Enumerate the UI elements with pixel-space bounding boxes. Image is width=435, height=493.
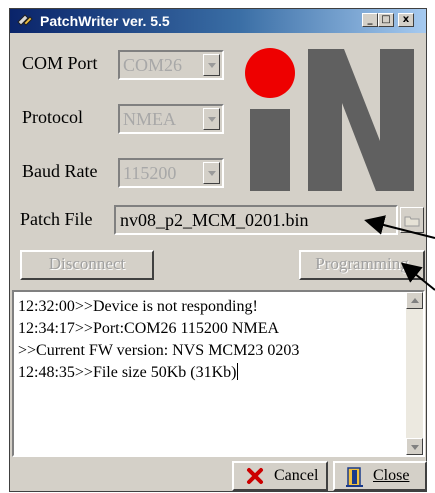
patch-file-field[interactable]: nv08_p2_MCM_0201.bin: [114, 205, 398, 235]
close-label: Close: [373, 467, 410, 484]
protocol-value: NMEA: [123, 109, 176, 129]
patch-file-value: nv08_p2_MCM_0201.bin: [120, 210, 309, 230]
log-line: 12:48:35>>File size 50Kb (31Kb): [18, 362, 401, 384]
patch-file-label: Patch File: [20, 209, 93, 229]
baud-rate-value: 115200: [123, 163, 177, 183]
folder-icon: [401, 216, 423, 236]
com-port-label: COM Port: [22, 53, 98, 73]
cancel-button[interactable]: Cancel: [232, 461, 328, 491]
close-button[interactable]: Close: [333, 461, 427, 491]
logo-red-dot: [245, 48, 295, 98]
com-port-value: COM26: [123, 55, 183, 75]
close-window-button[interactable]: x: [398, 13, 414, 27]
log-line: 12:32:00>>Device is not responding!: [18, 298, 258, 315]
log-line-text: 12:48:35>>File size 50Kb (31Kb): [18, 364, 237, 381]
satellite-icon: [16, 13, 34, 29]
chevron-down-icon[interactable]: [203, 108, 220, 130]
com-port-select[interactable]: COM26: [118, 50, 224, 80]
log-lines: 12:32:00>>Device is not responding! 12:3…: [18, 296, 401, 384]
red-x-icon: [246, 467, 264, 490]
protocol-select[interactable]: NMEA: [118, 104, 224, 134]
patchwriter-window: PatchWriter ver. 5.5 _ □ x COM Port COM2…: [9, 8, 427, 492]
scroll-up-icon[interactable]: [406, 292, 423, 309]
title-bar[interactable]: PatchWriter ver. 5.5 _ □ x: [10, 9, 426, 33]
protocol-label: Protocol: [22, 107, 83, 127]
chevron-down-icon[interactable]: [203, 54, 220, 76]
baud-rate-select[interactable]: 115200: [118, 158, 224, 188]
log-output[interactable]: 12:32:00>>Device is not responding! 12:3…: [12, 290, 425, 457]
cancel-label: Cancel: [274, 467, 319, 484]
log-line: >>Current FW version: NVS MCM23 0203: [18, 342, 300, 359]
log-line: 12:34:17>>Port:COM26 115200 NMEA: [18, 320, 280, 337]
baud-rate-label: Baud Rate: [22, 161, 98, 181]
scroll-down-icon[interactable]: [406, 438, 423, 455]
nv-logo: [226, 37, 422, 202]
door-exit-icon: [345, 466, 365, 493]
maximize-button[interactable]: □: [378, 13, 394, 27]
window-title: PatchWriter ver. 5.5: [40, 13, 170, 29]
disconnect-button[interactable]: Disconnect: [20, 250, 154, 280]
log-scrollbar[interactable]: [406, 292, 423, 455]
text-cursor: [237, 363, 239, 380]
programming-button[interactable]: Programming: [299, 250, 425, 280]
chevron-down-icon[interactable]: [203, 162, 220, 184]
browse-button[interactable]: [400, 207, 424, 233]
minimize-button[interactable]: _: [362, 13, 378, 27]
